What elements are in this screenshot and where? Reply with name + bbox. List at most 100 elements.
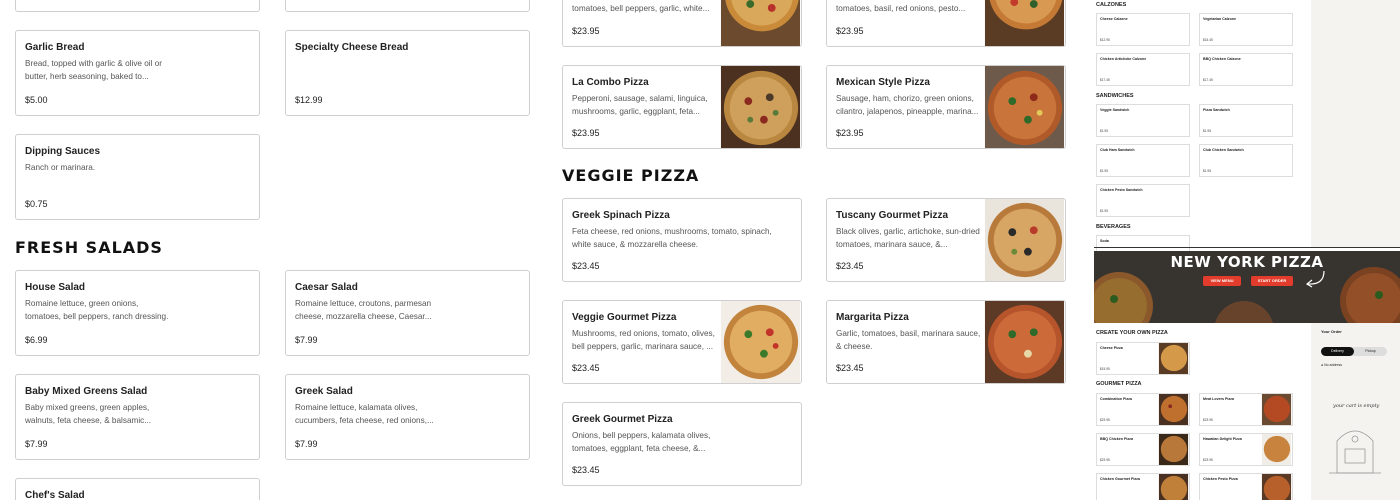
item-price: $5.00 bbox=[25, 95, 48, 105]
preview-card[interactable]: Cheese Pizza $15.95 bbox=[1096, 342, 1190, 375]
item-price: $23.45 bbox=[572, 465, 600, 475]
pizza-image bbox=[720, 301, 801, 383]
preview-item-price: $1.95 bbox=[1203, 129, 1211, 133]
menu-item-card[interactable]: Tuscany Gourmet Pizza Black olives, garl… bbox=[826, 198, 1066, 282]
pizza-photo bbox=[720, 66, 801, 148]
preview-card[interactable]: Combination Pizza $23.95 bbox=[1096, 393, 1190, 426]
pizza-photo bbox=[1261, 474, 1292, 500]
preview-card[interactable]: BBQ Chicken Calzone $17.45 bbox=[1199, 53, 1293, 86]
preview-item-name: Combination Pizza bbox=[1100, 397, 1132, 401]
start-order-button[interactable]: START ORDER bbox=[1251, 276, 1293, 286]
empty-cart-text: your cart is empty bbox=[1333, 403, 1380, 409]
menu-item-card-partial[interactable] bbox=[15, 0, 260, 12]
preview-card[interactable]: BBQ Chicken Pizza $23.95 bbox=[1096, 433, 1190, 466]
pizza-image bbox=[720, 66, 801, 148]
item-price: $7.99 bbox=[25, 439, 48, 449]
pizza-photo bbox=[1158, 394, 1189, 425]
preview-card[interactable]: Meat Lovers Pizza $23.95 bbox=[1199, 393, 1293, 426]
pickup-option[interactable]: Pickup bbox=[1354, 347, 1387, 356]
item-description: Baby mixed greens, green apples, walnuts… bbox=[25, 403, 152, 425]
menu-item-card[interactable]: La Combo Pizza Pepperoni, sausage, salam… bbox=[562, 65, 802, 149]
item-description: Feta cheese, red onions, mushrooms, toma… bbox=[572, 227, 772, 249]
address-label[interactable]: ● No address bbox=[1321, 363, 1342, 367]
item-name: Chef's Salad bbox=[25, 490, 85, 500]
preview-item-name: Club Ham Sandwich bbox=[1100, 148, 1135, 152]
item-name: La Combo Pizza bbox=[572, 77, 649, 88]
item-description: Black olives, garlic, artichoke, sun-dri… bbox=[836, 227, 980, 249]
preview-card[interactable]: Chicken Pesto Sandwich $1.95 bbox=[1096, 184, 1190, 217]
preview-heading: GOURMET PIZZA bbox=[1096, 381, 1142, 387]
menu-preview-thumbnail: CALZONES Cheese Calzone $12.95 Vegetaria… bbox=[1094, 0, 1311, 255]
view-menu-button[interactable]: VIEW MENU bbox=[1203, 276, 1241, 286]
preview-item-name: BBQ Chicken Pizza bbox=[1100, 437, 1133, 441]
pizza-photo bbox=[984, 66, 1065, 148]
item-name: House Salad bbox=[25, 282, 86, 293]
item-description: Sausage, ham, chorizo, green onions, cil… bbox=[836, 94, 979, 116]
preview-item-name: Chicken Pesto Sandwich bbox=[1100, 188, 1143, 192]
preview-sidebar bbox=[1311, 0, 1400, 248]
menu-item-card[interactable]: Veggie Gourmet Pizza Mushrooms, red onio… bbox=[562, 300, 802, 384]
preview-card[interactable]: Hawaiian Delight Pizza $23.95 bbox=[1199, 433, 1293, 466]
menu-item-card[interactable]: tomatoes, bell peppers, garlic, white...… bbox=[562, 0, 802, 47]
menu-item-card[interactable]: tomatoes, basil, red onions, pesto... $2… bbox=[826, 0, 1066, 47]
pizza-photo bbox=[984, 199, 1065, 281]
item-description: Romaine lettuce, kalamata olives, cucumb… bbox=[295, 403, 434, 425]
preview-card[interactable]: Cheese Calzone $12.95 bbox=[1096, 13, 1190, 46]
order-panel-preview: Your Order Delivery Pickup ● No address … bbox=[1311, 323, 1400, 500]
location-pin-icon: ● bbox=[1321, 363, 1324, 367]
item-name: Greek Spinach Pizza bbox=[572, 210, 670, 221]
pizza-photo bbox=[984, 301, 1065, 383]
section-title-veggie: VEGGIE PIZZA bbox=[562, 166, 700, 185]
item-description: Bread, topped with garlic & olive oil or… bbox=[25, 59, 162, 81]
pizza-image bbox=[1158, 474, 1189, 500]
pizza-image bbox=[1261, 474, 1292, 500]
item-name: Margarita Pizza bbox=[836, 312, 909, 323]
pizza-photo bbox=[1261, 434, 1292, 465]
item-price: $23.95 bbox=[836, 26, 864, 36]
menu-item-card[interactable]: Chef's Salad bbox=[15, 478, 260, 500]
menu-item-card[interactable]: Mexican Style Pizza Sausage, ham, choriz… bbox=[826, 65, 1066, 149]
item-price: $7.99 bbox=[295, 439, 318, 449]
pizza-photo bbox=[1158, 343, 1189, 374]
pizza-photo bbox=[720, 0, 801, 46]
pizza-image bbox=[1158, 434, 1189, 465]
site-preview-column: CALZONES Cheese Calzone $12.95 Vegetaria… bbox=[1094, 0, 1400, 500]
preview-item-name: Chicken Pesto Pizza bbox=[1203, 477, 1238, 481]
preview-card[interactable]: Club Ham Sandwich $1.95 bbox=[1096, 144, 1190, 177]
menu-item-card[interactable]: Margarita Pizza Garlic, tomatoes, basil,… bbox=[826, 300, 1066, 384]
preview-item-name: Cheese Calzone bbox=[1100, 17, 1128, 21]
preview-item-price: $23.95 bbox=[1203, 418, 1213, 422]
menu-item-card[interactable]: Baby Mixed Greens Salad Baby mixed green… bbox=[15, 374, 260, 460]
preview-item-price: $17.45 bbox=[1203, 78, 1213, 82]
menu-item-card[interactable]: Caesar Salad Romaine lettuce, croutons, … bbox=[285, 270, 530, 356]
menu-item-card[interactable]: Greek Salad Romaine lettuce, kalamata ol… bbox=[285, 374, 530, 460]
pizza-image bbox=[984, 66, 1065, 148]
menu-item-card[interactable]: Greek Gourmet Pizza Onions, bell peppers… bbox=[562, 402, 802, 486]
preview-card[interactable]: Chicken Gourmet Pizza bbox=[1096, 473, 1190, 500]
hero-banner: NEW YORK PIZZA VIEW MENU START ORDER bbox=[1094, 251, 1400, 323]
menu-item-card[interactable]: House Salad Romaine lettuce, green onion… bbox=[15, 270, 260, 356]
preview-card[interactable]: Pizza Sandwich $1.95 bbox=[1199, 104, 1293, 137]
menu-item-card[interactable]: Garlic Bread Bread, topped with garlic &… bbox=[15, 30, 260, 116]
pizza-image bbox=[1261, 434, 1292, 465]
preview-card[interactable]: Chicken Artichoke Calzone $17.45 bbox=[1096, 53, 1190, 86]
item-price: $23.45 bbox=[836, 261, 864, 271]
menu-item-card[interactable]: Greek Spinach Pizza Feta cheese, red oni… bbox=[562, 198, 802, 282]
preview-divider bbox=[1094, 247, 1400, 248]
pizza-photo bbox=[984, 0, 1065, 46]
menu-item-card[interactable]: Specialty Cheese Bread $12.99 bbox=[285, 30, 530, 116]
menu-item-card-partial[interactable] bbox=[285, 0, 530, 12]
preview-card[interactable]: Club Chicken Sandwich $1.95 bbox=[1199, 144, 1293, 177]
menu-preview-thumbnail: CREATE YOUR OWN PIZZA Cheese Pizza $15.9… bbox=[1094, 323, 1311, 500]
order-title: Your Order bbox=[1321, 329, 1342, 334]
preview-card[interactable]: Vegetarian Calzone $15.45 bbox=[1199, 13, 1293, 46]
hero-title: NEW YORK PIZZA bbox=[1170, 253, 1324, 271]
menu-item-card[interactable]: Dipping Sauces Ranch or marinara. $0.75 bbox=[15, 134, 260, 220]
preview-item-name: Vegetarian Calzone bbox=[1203, 17, 1236, 21]
order-type-toggle[interactable]: Delivery Pickup bbox=[1321, 347, 1387, 356]
preview-card[interactable]: Chicken Pesto Pizza bbox=[1199, 473, 1293, 500]
preview-card[interactable]: Veggie Sandwich $1.95 bbox=[1096, 104, 1190, 137]
item-price: $6.99 bbox=[25, 335, 48, 345]
item-name: Mexican Style Pizza bbox=[836, 77, 930, 88]
delivery-option[interactable]: Delivery bbox=[1321, 347, 1354, 356]
